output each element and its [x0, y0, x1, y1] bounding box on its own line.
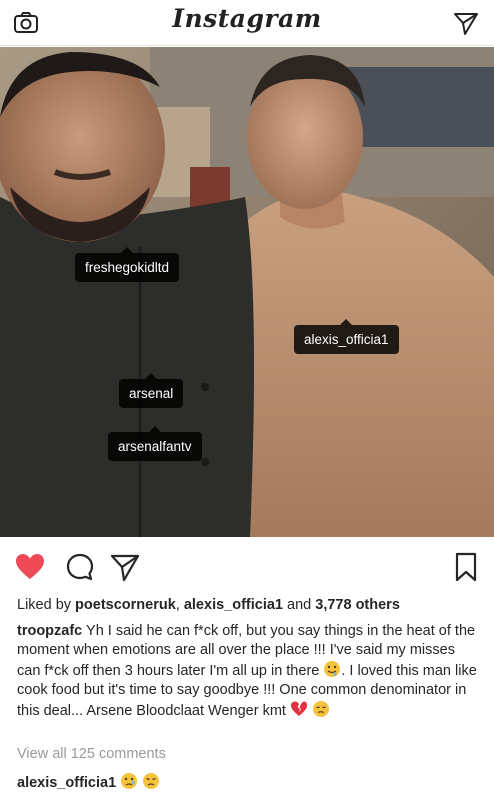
paper-plane-icon[interactable]	[109, 551, 141, 583]
disappointed-face-emoji-icon	[143, 773, 160, 789]
top-bar: Instagram	[0, 0, 494, 46]
heart-filled-icon[interactable]	[14, 551, 46, 583]
likes-count-link[interactable]: 3,778 others	[315, 597, 400, 613]
likes-line: Liked by poetscorneruk, alexis_officia1 …	[17, 597, 400, 613]
bookmark-icon[interactable]	[450, 551, 482, 583]
paper-plane-icon[interactable]	[452, 9, 480, 37]
likes-middle: and	[283, 597, 316, 613]
caption-username[interactable]: troopzafc	[17, 623, 82, 639]
app-title: Instagram	[172, 4, 322, 33]
drooling-face-emoji-icon	[324, 661, 341, 677]
likes-separator: ,	[175, 597, 184, 613]
photo-tag-alexis-officia1[interactable]: alexis_officia1	[294, 319, 399, 354]
likes-prefix: Liked by	[17, 597, 76, 613]
post-photo[interactable]: freshegokidltd alexis_officia1 arsenal a…	[0, 47, 494, 537]
comment-username[interactable]: alexis_officia1	[17, 775, 116, 791]
photo-tag-arsenal[interactable]: arsenal	[119, 373, 184, 408]
liked-by-user-alexis-officia1[interactable]: alexis_officia1	[184, 597, 283, 613]
liked-by-user-poetscorneruk[interactable]: poetscorneruk	[75, 597, 176, 613]
photo-tag-arsenalfantv[interactable]: arsenalfantv	[108, 426, 202, 461]
broken-heart-emoji-icon	[290, 701, 307, 716]
pensive-face-emoji-icon	[313, 701, 329, 717]
post-caption: troopzafc Yh I said he can f*ck off, but…	[17, 622, 482, 721]
comment-row: alexis_officia1	[17, 772, 160, 791]
photo-image	[0, 47, 494, 537]
view-all-comments-link[interactable]: View all 125 comments	[17, 746, 166, 762]
photo-tag-freshegokidltd[interactable]: freshegokidltd	[75, 247, 180, 282]
post-actions	[0, 545, 494, 589]
crying-face-emoji-icon	[121, 773, 138, 789]
comment-icon[interactable]	[64, 551, 96, 583]
